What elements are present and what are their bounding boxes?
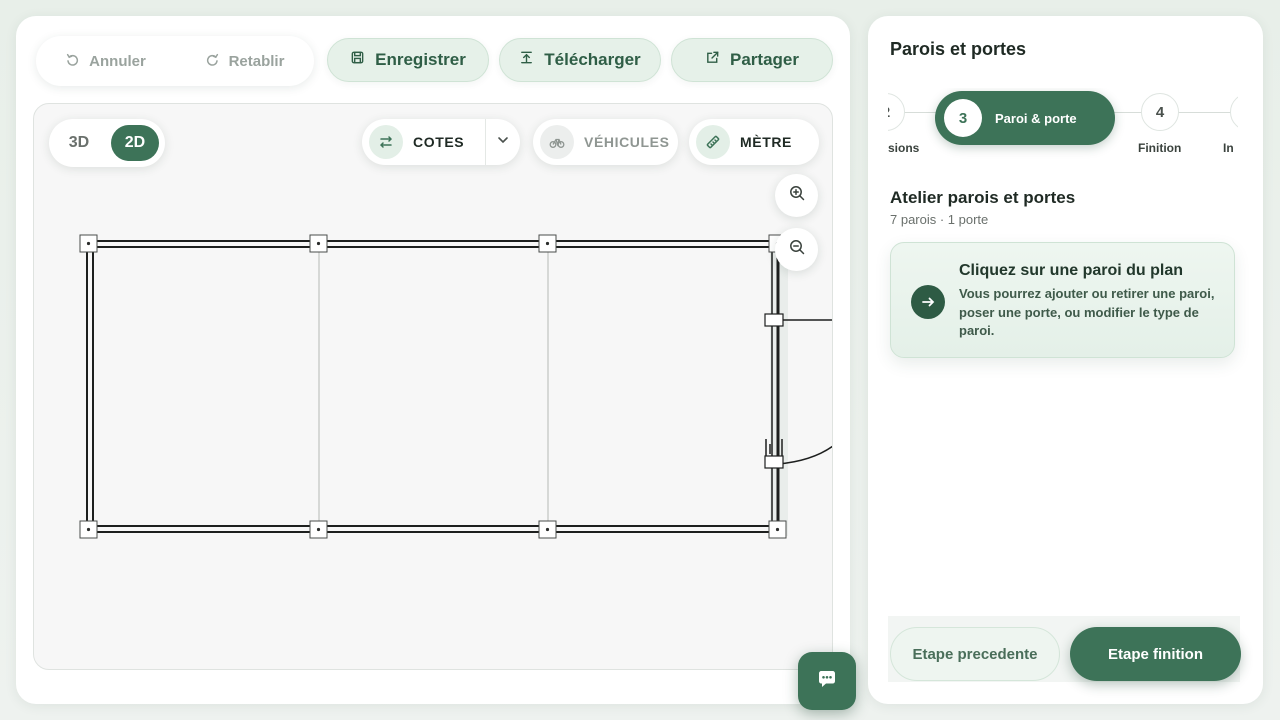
previous-step-button[interactable]: Etape precedente bbox=[890, 627, 1060, 681]
external-link-icon bbox=[705, 50, 720, 70]
ruler-icon bbox=[696, 125, 730, 159]
zoom-out-button[interactable] bbox=[775, 228, 818, 271]
floppy-icon bbox=[350, 50, 365, 70]
share-label: Partager bbox=[730, 50, 799, 69]
chat-icon bbox=[815, 667, 839, 696]
info-title: Cliquez sur une paroi du plan bbox=[959, 262, 1184, 279]
cotes-button[interactable]: COTES bbox=[362, 119, 486, 165]
wall-bottom[interactable] bbox=[89, 525, 778, 533]
plan-canvas[interactable]: 3D 2D COTES VÉHICULES MÈTRE bbox=[33, 103, 833, 670]
ruler-button[interactable]: MÈTRE bbox=[689, 119, 819, 165]
step-4-label: Finition bbox=[1138, 141, 1182, 155]
chat-button[interactable] bbox=[798, 652, 856, 710]
view-2d-button[interactable]: 2D bbox=[111, 125, 159, 161]
step-2[interactable]: 2 bbox=[888, 93, 905, 131]
section-subtitle: 7 parois · 1 porte bbox=[890, 212, 989, 227]
redo-icon bbox=[205, 52, 220, 71]
cotes-label: COTES bbox=[413, 134, 465, 150]
history-group: Annuler Retablir bbox=[36, 36, 314, 86]
undo-button[interactable]: Annuler bbox=[36, 36, 175, 86]
save-button[interactable]: Enregistrer bbox=[327, 38, 489, 82]
editor-workspace: Annuler Retablir Enregistrer Télécharger bbox=[16, 16, 850, 704]
chevron-down-icon bbox=[496, 133, 510, 152]
post-markers bbox=[79, 234, 787, 539]
view-3d-button[interactable]: 3D bbox=[61, 127, 97, 159]
wall-left[interactable] bbox=[86, 244, 94, 529]
next-step-button[interactable]: Etape finition bbox=[1070, 627, 1241, 681]
step-2-number: 2 bbox=[888, 104, 890, 121]
step-5-label: In bbox=[1223, 141, 1234, 155]
zoom-in-icon bbox=[788, 184, 806, 207]
vehicles-button[interactable]: VÉHICULES bbox=[533, 119, 678, 165]
save-label: Enregistrer bbox=[375, 50, 466, 69]
side-panel: Parois et portes 2 sions 3 Paroi & porte… bbox=[868, 16, 1263, 704]
step-5[interactable] bbox=[1230, 93, 1238, 131]
ruler-label: MÈTRE bbox=[740, 134, 792, 150]
post-dots bbox=[86, 241, 780, 532]
panel-title: Parois et portes bbox=[890, 39, 1027, 59]
bicycle-icon bbox=[540, 125, 574, 159]
info-text: Vous pourrez ajouter ou retirer une paro… bbox=[959, 286, 1215, 338]
redo-button[interactable]: Retablir bbox=[175, 36, 314, 86]
undo-label: Annuler bbox=[89, 52, 146, 70]
wall-top[interactable] bbox=[89, 240, 778, 248]
download-label: Télécharger bbox=[544, 50, 641, 69]
download-button[interactable]: Télécharger bbox=[499, 38, 661, 82]
download-icon bbox=[519, 50, 534, 70]
step-2-label: sions bbox=[888, 141, 920, 155]
arrow-right-icon bbox=[911, 285, 945, 319]
section-title: Atelier parois et portes bbox=[890, 188, 1076, 207]
info-card: Cliquez sur une paroi du plan Vous pourr… bbox=[890, 242, 1235, 358]
vehicles-label: VÉHICULES bbox=[584, 134, 670, 150]
stepper: 2 sions 3 Paroi & porte 4 Finition In bbox=[888, 88, 1238, 168]
step-3-label: Paroi & porte bbox=[995, 110, 1077, 126]
dimensions-icon bbox=[369, 125, 403, 159]
step-3-active[interactable]: 3 Paroi & porte bbox=[935, 91, 1115, 145]
cotes-dropdown-button[interactable] bbox=[486, 133, 520, 152]
step-4-number: 4 bbox=[1155, 103, 1165, 121]
undo-icon bbox=[65, 52, 80, 71]
zoom-in-button[interactable] bbox=[775, 174, 818, 217]
cotes-control: COTES bbox=[362, 119, 520, 165]
share-button[interactable]: Partager bbox=[671, 38, 833, 82]
view-toggle: 3D 2D bbox=[49, 119, 165, 167]
step-3-number: 3 bbox=[944, 99, 982, 137]
floor-plan[interactable] bbox=[34, 104, 833, 670]
step-4[interactable]: 4 bbox=[1141, 93, 1179, 131]
zoom-out-icon bbox=[788, 238, 806, 261]
redo-label: Retablir bbox=[228, 52, 285, 70]
